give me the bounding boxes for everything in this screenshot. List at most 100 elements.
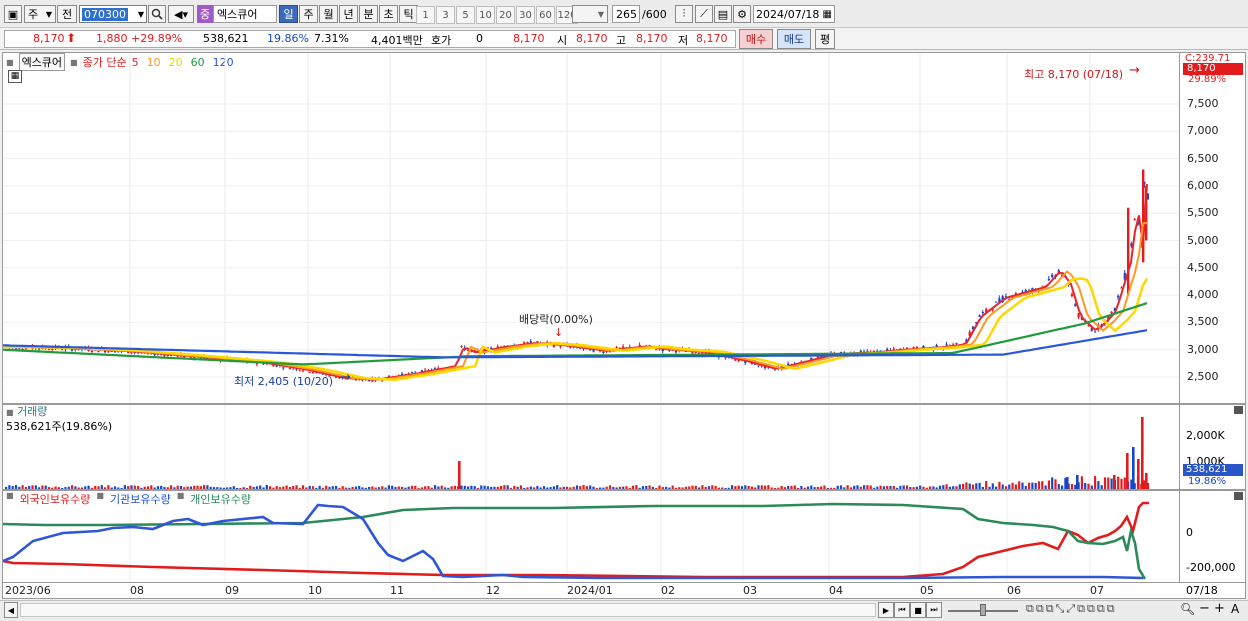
high-arrow-icon: →: [1129, 63, 1140, 78]
current-quote: 8,170: [513, 32, 545, 45]
x-axis-tick: 03: [743, 584, 757, 597]
holding-chart[interactable]: [3, 491, 1179, 582]
zoom-out-icon[interactable]: −: [1199, 601, 1210, 616]
open-price: 8,170: [576, 32, 608, 45]
price-tick: 6,000: [1187, 178, 1219, 192]
dividend-note: 배당락(0.00%): [519, 313, 593, 326]
trade-amount: 4,401백만: [371, 34, 423, 47]
interval-tab[interactable]: 10: [476, 6, 495, 24]
price-tick: 5,000: [1187, 233, 1219, 247]
price-change: 1,880: [96, 32, 128, 45]
magnifier-icon[interactable]: 🔍︎: [1180, 602, 1195, 616]
interval-tab[interactable]: 20: [496, 6, 515, 24]
holding-tick: 0: [1186, 526, 1193, 539]
up-arrow-icon: ⬆: [66, 31, 77, 45]
price-tick: 7,500: [1187, 97, 1219, 110]
close-panel-icon[interactable]: [1234, 406, 1243, 414]
scrollbar-track[interactable]: [20, 603, 876, 617]
price-tick: 7,000: [1187, 124, 1219, 138]
gear-icon[interactable]: ⚙: [733, 5, 751, 23]
x-axis-tick: 05: [920, 584, 934, 597]
calendar-icon[interactable]: ▦: [823, 9, 832, 20]
low-note: 최저 2,405 (10/20): [234, 375, 334, 388]
x-axis-tick: 04: [829, 584, 843, 597]
x-axis-tick: 11: [390, 584, 404, 597]
price-tick: 6,500: [1187, 151, 1219, 165]
hoga-value: 0: [476, 32, 483, 45]
interval-tab[interactable]: 3: [436, 6, 455, 24]
drawing-tools[interactable]: ⧉⧉⧉⤡⤢⧉⧉⧉⧉: [1026, 602, 1176, 618]
sound-icon[interactable]: ◀▾: [168, 5, 194, 23]
period-tab[interactable]: 월: [319, 5, 338, 23]
window-menu-icon[interactable]: ▣: [4, 5, 22, 23]
period-tab[interactable]: 년: [339, 5, 358, 23]
price-tick: 3,500: [1187, 315, 1219, 329]
sell-button[interactable]: 매도: [777, 29, 811, 49]
low-label: 저: [678, 34, 689, 47]
stock-name: 엑스큐어: [217, 8, 258, 21]
high-note: 최고 8,170 (07/18): [1024, 68, 1124, 81]
volume-value: 538,621: [203, 32, 249, 45]
price-tick: 4,500: [1187, 260, 1219, 274]
price-pct-label: 29.89%: [1188, 74, 1227, 85]
chevron-down-icon[interactable]: ▼: [138, 10, 144, 19]
buy-button[interactable]: 매수: [739, 29, 773, 49]
top-toolbar: ▣ 주 ▼ 전 070300 ▼ ◀▾ 중 엑스큐어 일주월년분초틱 1 3 5 10…: [0, 0, 1248, 28]
volume-pct-label: 19.86%: [1188, 476, 1227, 487]
stock-name-field[interactable]: 엑스큐어: [213, 5, 277, 23]
interval-tab[interactable]: 30: [516, 6, 535, 24]
stock-code-value: 070300: [82, 7, 128, 21]
x-axis-tick: 08: [130, 584, 144, 597]
stock-code-input[interactable]: 070300 ▼: [79, 5, 147, 23]
x-axis-tick: 10: [308, 584, 322, 597]
x-axis-tick: 02: [661, 584, 675, 597]
period-tab[interactable]: 주: [299, 5, 318, 23]
close-panel-icon[interactable]: [1234, 492, 1243, 500]
prefix-button[interactable]: 전: [57, 5, 77, 23]
interval-tabs: 1 3 5 10 20 30 60 120: [416, 6, 578, 24]
x-axis-tick: 2024/01: [567, 584, 613, 597]
chevron-down-icon: ▼: [45, 9, 52, 19]
count-input[interactable]: 265: [612, 5, 640, 23]
quote-row: 8,170 ⬆ 1,880 +29.89% 538,621 19.86% 7.3…: [0, 28, 1248, 50]
date-input[interactable]: 2024/07/18 ▦: [753, 5, 835, 23]
price-badge-value: 8,170: [1187, 63, 1216, 74]
font-size-icon[interactable]: A: [1231, 602, 1239, 616]
zoom-in-icon[interactable]: +: [1214, 601, 1225, 616]
volume-chart[interactable]: [3, 405, 1179, 489]
low-arrow-icon: →: [340, 370, 351, 385]
interval-tab[interactable]: 5: [456, 6, 475, 24]
period-tab[interactable]: 분: [359, 5, 378, 23]
save-icon[interactable]: ▤: [714, 5, 732, 23]
scroll-left-icon[interactable]: ◀: [4, 602, 18, 618]
candle-chart-icon[interactable]: ⫶: [675, 5, 693, 23]
hoga-label: 호가: [431, 34, 452, 47]
price-tick: 2,500: [1187, 370, 1219, 383]
rewind-icon[interactable]: ⏮: [894, 602, 910, 618]
stop-icon[interactable]: ■: [910, 602, 926, 618]
x-axis: [2, 583, 1246, 599]
play-icon[interactable]: ▶: [878, 602, 894, 618]
period-tabs: 일주월년분초틱: [279, 5, 418, 23]
price-tick: 5,500: [1187, 206, 1219, 220]
x-axis-tick: 07: [1090, 584, 1104, 597]
interval-tab[interactable]: 60: [536, 6, 555, 24]
current-price: 8,170: [33, 32, 65, 45]
interval-tab[interactable]: 1: [416, 6, 435, 24]
high-label: 고: [616, 34, 627, 47]
period-tab[interactable]: 초: [379, 5, 398, 23]
market-select[interactable]: 주 ▼: [24, 5, 56, 23]
price-tick: 4,000: [1187, 288, 1219, 302]
volume-ratio: 19.86%: [267, 32, 309, 45]
x-axis-end: 07/18: [1186, 584, 1218, 597]
zoom-slider-handle[interactable]: [980, 604, 986, 616]
x-axis-tick: 12: [486, 584, 500, 597]
period-tab[interactable]: 일: [279, 5, 298, 23]
interval-dropdown[interactable]: ▼: [572, 5, 608, 23]
crosshair-icon[interactable]: ⟋: [695, 5, 713, 23]
price-chart[interactable]: [3, 53, 1179, 403]
low-price: 8,170: [696, 32, 728, 45]
fast-forward-icon[interactable]: ⏭: [926, 602, 942, 618]
search-icon[interactable]: [148, 5, 166, 23]
eval-button[interactable]: 평: [815, 29, 835, 49]
